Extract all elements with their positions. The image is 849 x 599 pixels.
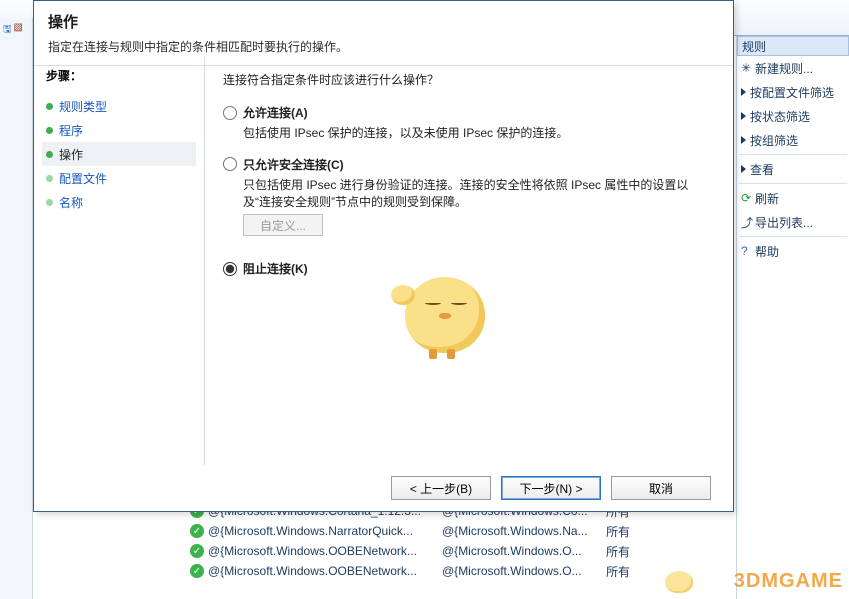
cancel-button[interactable]: 取消 xyxy=(611,476,711,500)
option-secure-label: 只允许安全连接(C) xyxy=(243,156,344,173)
action-view[interactable]: 查看 xyxy=(737,157,849,181)
cell-group: @{Microsoft.Windows.O... xyxy=(442,544,602,558)
step-label: 规则类型 xyxy=(59,98,107,115)
action-new-rule[interactable]: ✳新建规则... xyxy=(737,56,849,80)
action-label: 按配置文件筛选 xyxy=(750,84,834,101)
dialog-body: 步骤： 规则类型 程序 操作 配置文件 名称 xyxy=(34,57,733,465)
cell-profile: 所有 xyxy=(606,543,646,560)
new-rule-icon: ✳ xyxy=(741,61,755,75)
refresh-icon: ⟳ xyxy=(741,191,755,205)
action-label: 刷新 xyxy=(755,190,779,207)
new-rule-wizard-dialog: 操作 指定在连接与规则中指定的条件相匹配时要执行的操作。 步骤： 规则类型 程序… xyxy=(33,0,734,512)
step-bullet-icon xyxy=(46,199,53,206)
customize-button: 自定义... xyxy=(243,214,323,236)
step-bullet-icon xyxy=(46,103,53,110)
dialog-title: 操作 xyxy=(48,11,719,32)
action-label: 新建规则... xyxy=(755,60,813,77)
option-allow-row[interactable]: 允许连接(A) xyxy=(223,104,715,121)
separator xyxy=(739,183,847,184)
dialog-footer: < 上一步(B) 下一步(N) > 取消 xyxy=(34,465,733,511)
folder-icon: ▧ xyxy=(14,22,23,39)
steps-heading: 步骤： xyxy=(46,67,192,84)
step-action: 操作 xyxy=(42,142,196,166)
status-ok-icon: ✓ xyxy=(190,544,204,558)
steps-column: 步骤： 规则类型 程序 操作 配置文件 名称 xyxy=(34,57,204,465)
step-bullet-icon xyxy=(46,127,53,134)
cell-profile: 所有 xyxy=(606,523,646,540)
next-button[interactable]: 下一步(N) > xyxy=(501,476,601,500)
status-ok-icon: ✓ xyxy=(190,564,204,578)
option-allow-label: 允许连接(A) xyxy=(243,104,308,121)
action-filter-group[interactable]: 按组筛选 xyxy=(737,128,849,152)
step-label: 配置文件 xyxy=(59,170,107,187)
chevron-right-icon xyxy=(741,88,746,96)
action-label: 按组筛选 xyxy=(750,132,798,149)
back-button[interactable]: < 上一步(B) xyxy=(391,476,491,500)
bg-left-strip xyxy=(0,18,33,599)
radio-allow[interactable] xyxy=(223,106,237,120)
action-filter-profile[interactable]: 按配置文件筛选 xyxy=(737,80,849,104)
separator xyxy=(739,154,847,155)
step-program[interactable]: 程序 xyxy=(46,118,192,142)
bg-corner-icons: 🖫 ▧ xyxy=(3,22,23,39)
actions-pane-selected[interactable]: 规则 xyxy=(737,36,849,56)
option-block-row[interactable]: 阻止连接(K) xyxy=(223,260,715,277)
step-label: 名称 xyxy=(59,194,83,211)
step-bullet-icon xyxy=(46,175,53,182)
action-label: 帮助 xyxy=(755,243,779,260)
action-label: 导出列表... xyxy=(755,214,813,231)
cell-name: @{Microsoft.Windows.OOBENetwork... xyxy=(208,564,438,578)
actions-pane: 规则 ✳新建规则... 按配置文件筛选 按状态筛选 按组筛选 查看 ⟳刷新 ⤴导… xyxy=(736,36,849,599)
main-column: 连接符合指定条件时应该进行什么操作？ 允许连接(A) 包括使用 IPsec 保护… xyxy=(205,57,733,465)
option-allow-desc: 包括使用 IPsec 保护的连接，以及未使用 IPsec 保护的连接。 xyxy=(243,125,715,142)
option-secure-desc: 只包括使用 IPsec 进行身份验证的连接。连接的安全性将依照 IPsec 属性… xyxy=(243,177,715,211)
option-block-label: 阻止连接(K) xyxy=(243,260,308,277)
cell-group: @{Microsoft.Windows.Na... xyxy=(442,524,602,538)
option-block: 阻止连接(K) xyxy=(223,260,715,277)
step-profile[interactable]: 配置文件 xyxy=(46,166,192,190)
step-name[interactable]: 名称 xyxy=(46,190,192,214)
step-rule-type[interactable]: 规则类型 xyxy=(46,94,192,118)
table-row[interactable]: ✓ @{Microsoft.Windows.NarratorQuick... @{M… xyxy=(190,521,736,541)
table-row[interactable]: ✓ @{Microsoft.Windows.OOBENetwork... @{Mic… xyxy=(190,561,736,581)
step-bullet-icon xyxy=(46,151,53,158)
action-help[interactable]: ?帮助 xyxy=(737,239,849,263)
cell-name: @{Microsoft.Windows.NarratorQuick... xyxy=(208,524,438,538)
radio-block[interactable] xyxy=(223,262,237,276)
help-icon: ? xyxy=(741,244,755,258)
action-label: 按状态筛选 xyxy=(750,108,810,125)
export-icon: ⤴ xyxy=(741,214,755,231)
rules-list: ✓@{Microsoft.Windows.Cortana_1.12.3...@{… xyxy=(190,501,736,589)
cell-name: @{Microsoft.Windows.OOBENetwork... xyxy=(208,544,438,558)
radio-secure[interactable] xyxy=(223,157,237,171)
cell-group: @{Microsoft.Windows.O... xyxy=(442,564,602,578)
dialog-description: 指定在连接与规则中指定的条件相匹配时要执行的操作。 xyxy=(48,38,719,55)
step-label: 程序 xyxy=(59,122,83,139)
option-secure: 只允许安全连接(C) 只包括使用 IPsec 进行身份验证的连接。连接的安全性将… xyxy=(223,156,715,247)
action-export[interactable]: ⤴导出列表... xyxy=(737,210,849,234)
table-row[interactable]: ✓ @{Microsoft.Windows.OOBENetwork... @{Mic… xyxy=(190,541,736,561)
action-filter-state[interactable]: 按状态筛选 xyxy=(737,104,849,128)
chevron-right-icon xyxy=(741,112,746,120)
option-secure-row[interactable]: 只允许安全连接(C) xyxy=(223,156,715,173)
chevron-right-icon xyxy=(741,165,746,173)
save-icon: 🖫 xyxy=(3,22,12,39)
cell-profile: 所有 xyxy=(606,563,646,580)
step-label: 操作 xyxy=(59,146,83,163)
action-refresh[interactable]: ⟳刷新 xyxy=(737,186,849,210)
option-allow: 允许连接(A) 包括使用 IPsec 保护的连接，以及未使用 IPsec 保护的… xyxy=(223,104,715,142)
question-text: 连接符合指定条件时应该进行什么操作？ xyxy=(223,71,715,88)
status-ok-icon: ✓ xyxy=(190,524,204,538)
separator xyxy=(739,236,847,237)
chevron-right-icon xyxy=(741,136,746,144)
action-label: 查看 xyxy=(750,161,774,178)
